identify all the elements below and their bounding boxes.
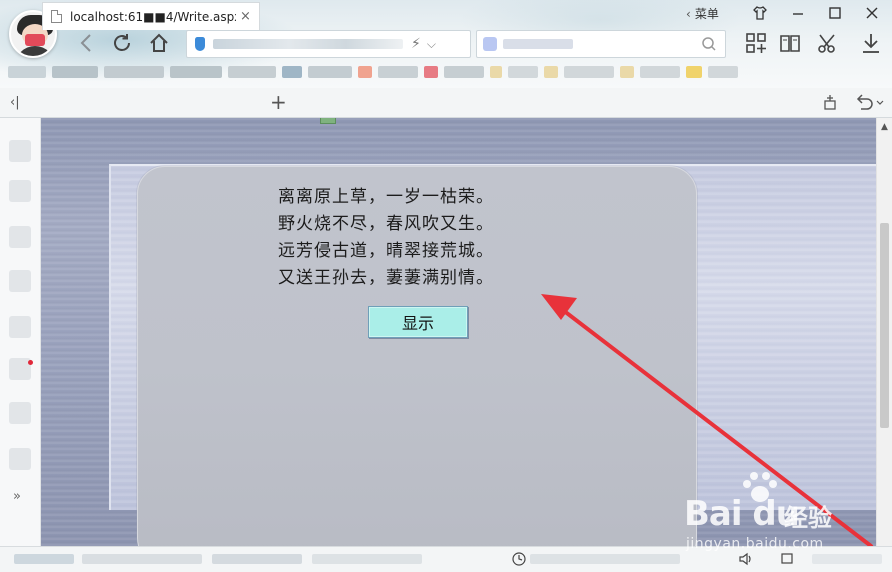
show-button[interactable]: 显示 bbox=[368, 306, 468, 338]
tab-write-aspx[interactable]: localhost:61■■4/Write.aspx × bbox=[42, 2, 260, 30]
sidebar-item-3[interactable] bbox=[9, 226, 31, 248]
minimize-icon[interactable] bbox=[790, 5, 806, 21]
home-icon[interactable] bbox=[146, 30, 172, 56]
scissors-icon[interactable] bbox=[817, 32, 839, 54]
new-tab-button[interactable]: + bbox=[270, 92, 287, 112]
scroll-up-icon[interactable]: ▲ bbox=[881, 122, 888, 132]
search-icon[interactable] bbox=[701, 36, 717, 52]
page-content: 离离原上草，一岁一枯荣。 野火烧不尽，春风吹又生。 远芳侵古道，晴翠接荒城。 又… bbox=[41, 118, 876, 546]
tab-close-icon[interactable]: × bbox=[240, 9, 251, 24]
status-blur bbox=[530, 554, 680, 564]
url-blurred bbox=[213, 39, 403, 49]
search-engine-icon[interactable] bbox=[483, 37, 497, 51]
apps-icon[interactable] bbox=[745, 32, 767, 54]
sidebar-item-7[interactable] bbox=[9, 402, 31, 424]
menu-button[interactable]: ‹ 菜单 bbox=[686, 5, 719, 22]
scrollbar-thumb[interactable] bbox=[880, 223, 889, 428]
poem-line: 远芳侵古道，晴翠接荒城。 bbox=[278, 241, 494, 261]
vertical-scrollbar[interactable]: ▲ bbox=[876, 118, 892, 546]
poem-line: 离离原上草，一岁一枯荣。 bbox=[278, 187, 494, 207]
undo-icon[interactable] bbox=[855, 93, 885, 111]
shield-icon bbox=[195, 37, 205, 51]
poem-line: 野火烧不尽，春风吹又生。 bbox=[278, 214, 494, 234]
sidebar-item-1[interactable] bbox=[9, 140, 31, 162]
notification-dot bbox=[28, 360, 33, 365]
chevron-left-icon: ‹ bbox=[686, 6, 691, 21]
maximize-icon[interactable] bbox=[827, 5, 843, 21]
shirt-icon[interactable] bbox=[752, 5, 768, 21]
sidebar-item-2[interactable] bbox=[9, 180, 31, 202]
tab-strip bbox=[0, 88, 892, 118]
status-blur bbox=[812, 554, 882, 564]
poem-text: 离离原上草，一岁一枯荣。 野火烧不尽，春风吹又生。 远芳侵古道，晴翠接荒城。 又… bbox=[278, 184, 578, 292]
poem-line: 又送王孙去，萋萋满别情。 bbox=[278, 268, 494, 288]
bookmarks-bar-blurred bbox=[0, 63, 892, 81]
reader-icon[interactable] bbox=[779, 32, 801, 54]
search-placeholder-blurred bbox=[503, 39, 573, 49]
chevron-down-icon[interactable]: ⌵ bbox=[427, 37, 436, 52]
back-icon[interactable] bbox=[74, 30, 100, 56]
status-blur bbox=[312, 554, 422, 564]
cleaner-icon[interactable] bbox=[821, 93, 839, 111]
sidebar-item-8[interactable] bbox=[9, 448, 31, 470]
clock-icon[interactable] bbox=[512, 552, 526, 566]
left-sidebar: » bbox=[0, 118, 41, 546]
menu-label: 菜单 bbox=[694, 7, 719, 21]
window-icon[interactable] bbox=[780, 552, 794, 566]
broken-image-icon bbox=[320, 118, 336, 124]
download-icon[interactable] bbox=[860, 32, 882, 54]
tab-title: localhost:61■■4/Write.aspx bbox=[70, 9, 236, 24]
sidebar-toggle-icon[interactable]: ‹| bbox=[10, 95, 20, 110]
search-input[interactable] bbox=[476, 30, 726, 58]
status-blur bbox=[212, 554, 302, 564]
status-blur bbox=[14, 554, 74, 564]
refresh-icon[interactable] bbox=[109, 30, 135, 56]
sidebar-more-icon[interactable]: » bbox=[13, 489, 21, 504]
status-bar bbox=[0, 546, 892, 572]
close-icon[interactable] bbox=[864, 5, 880, 21]
sidebar-item-4[interactable] bbox=[9, 270, 31, 292]
lightning-icon[interactable]: ⚡ bbox=[411, 36, 421, 52]
page-icon bbox=[51, 10, 62, 23]
sidebar-item-5[interactable] bbox=[9, 316, 31, 338]
speaker-icon[interactable] bbox=[738, 552, 754, 566]
address-bar[interactable]: ⚡ ⌵ bbox=[186, 30, 471, 58]
status-blur bbox=[82, 554, 202, 564]
